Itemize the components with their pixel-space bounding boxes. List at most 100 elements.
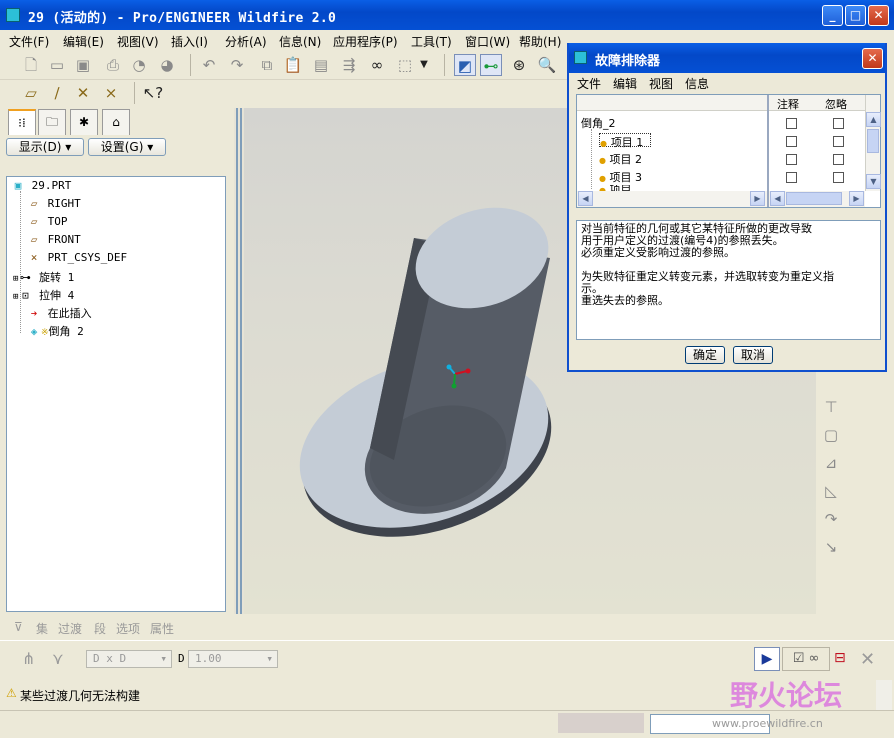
tree-item[interactable]: ▱ FRONT — [27, 233, 81, 251]
edge-chamfer-icon[interactable]: ↘ — [820, 538, 842, 560]
datum-csys-icon[interactable]: ⨯ — [100, 82, 122, 104]
redo-icon[interactable]: ↷ — [226, 54, 248, 76]
rib-icon[interactable]: ⊤ — [820, 398, 842, 420]
cancel-button[interactable]: 取消 — [733, 346, 773, 364]
tree-item[interactable]: ⊞ ⊶ 旋转 1 — [13, 269, 74, 287]
table-scrollbar-v[interactable]: ▲ ▼ — [865, 95, 881, 191]
issue-root[interactable]: 倒角_2 — [581, 115, 616, 131]
dialog-menu-file[interactable]: 文件 — [577, 75, 601, 92]
scroll-up-icon[interactable]: ▲ — [866, 112, 881, 127]
scroll-right-icon[interactable]: ▶ — [750, 191, 765, 206]
scroll-left-icon[interactable]: ◀ — [578, 191, 593, 206]
issue-item[interactable]: ● 项目 2 — [599, 151, 642, 167]
set-mode-icon[interactable]: ⋔ — [22, 649, 35, 668]
display-dropdown[interactable]: 显示(D) ▾ — [6, 138, 84, 156]
scroll-left-icon[interactable]: ◀ — [770, 191, 785, 206]
zoom-in-icon[interactable]: 🔍 — [536, 54, 558, 76]
paste-special-icon[interactable]: ▤ — [310, 54, 332, 76]
tree-item[interactable]: ▱ TOP — [27, 215, 68, 233]
datum-plane-icon[interactable]: ▱ — [20, 82, 42, 104]
tab-model-tree[interactable]: ⁝⁞ — [8, 109, 36, 135]
menu-insert[interactable]: 插入(I) — [171, 33, 208, 50]
datum-display-icon[interactable]: ⊷ — [480, 54, 502, 76]
select-box-icon[interactable]: ⬚ — [394, 54, 416, 76]
issue-item[interactable]: ● 项目 3 — [599, 169, 642, 185]
dimension-scheme-select[interactable]: D x D ▾ — [86, 650, 172, 668]
dialog-menu-info[interactable]: 信息 — [685, 75, 709, 92]
menu-tools[interactable]: 工具(T) — [411, 33, 452, 50]
scroll-right-icon[interactable]: ▶ — [849, 191, 864, 206]
ignore-checkbox[interactable] — [833, 154, 844, 165]
tab-connections[interactable]: ⌂ — [102, 109, 130, 135]
tab-properties[interactable]: 属性 — [150, 620, 174, 637]
menu-analysis[interactable]: 分析(A) — [225, 33, 267, 50]
chamfer-tool-icon[interactable]: ↷ — [820, 510, 842, 532]
context-help-icon[interactable]: ↖? — [142, 82, 164, 104]
tab-options[interactable]: 选项 — [116, 620, 140, 637]
tree-scrollbar-h[interactable]: ◀ ▶ — [577, 191, 767, 207]
tree-item[interactable]: ◈ ※倒角 2 — [27, 323, 84, 341]
menu-info[interactable]: 信息(N) — [279, 33, 321, 50]
undo-icon[interactable]: ↶ — [198, 54, 220, 76]
menu-file[interactable]: 文件(F) — [9, 33, 49, 50]
dialog-menu-view[interactable]: 视图 — [649, 75, 673, 92]
paste-icon[interactable]: 📋 — [282, 54, 304, 76]
play-icon[interactable]: ▶ — [754, 647, 780, 671]
shell-icon[interactable]: ▢ — [820, 426, 842, 448]
menu-edit[interactable]: 编辑(E) — [63, 33, 104, 50]
message-scrollbar[interactable] — [876, 680, 892, 710]
send-mail2-icon[interactable]: ◕ — [156, 54, 178, 76]
transition-mode-icon[interactable]: ⋎ — [52, 649, 64, 668]
notes-checkbox[interactable] — [786, 172, 797, 183]
print-icon[interactable]: ⎙ — [102, 54, 124, 76]
datum-point-icon[interactable]: ✕ — [72, 82, 94, 104]
ok-button[interactable]: 确定 — [685, 346, 725, 364]
tree-item[interactable]: ⨯ PRT_CSYS_DEF — [27, 251, 127, 269]
dialog-close-button[interactable]: ✕ — [862, 48, 883, 69]
tab-folder-browser[interactable]: 🗀 — [38, 109, 66, 135]
panel-splitter[interactable] — [234, 108, 244, 614]
issue-item-selected[interactable]: ● 项目 1 — [599, 133, 651, 149]
close-button[interactable]: ✕ — [868, 5, 889, 26]
tab-favorites[interactable]: ✱ — [70, 109, 98, 135]
tree-item[interactable]: ⊞ ⊡ 拉伸 4 — [13, 287, 74, 305]
pause-icon[interactable]: ⊟ — [834, 650, 846, 666]
d-value-input[interactable]: 1.00 ▾ — [188, 650, 278, 668]
scroll-down-icon[interactable]: ▼ — [866, 174, 881, 189]
tab-pieces[interactable]: 段 — [94, 620, 106, 637]
regenerate-icon[interactable]: ⇶ — [338, 54, 360, 76]
columns-scrollbar-h[interactable]: ◀ ▶ — [769, 191, 865, 207]
round-icon[interactable]: ◺ — [820, 482, 842, 504]
cancel-x-icon[interactable]: ✕ — [860, 649, 875, 670]
send-mail-icon[interactable]: ◔ — [128, 54, 150, 76]
notes-checkbox[interactable] — [786, 118, 797, 129]
spin-center-icon[interactable]: ⊛ — [508, 54, 530, 76]
preview-glasses-icon[interactable]: ☑ ∞ — [782, 647, 830, 671]
notes-checkbox[interactable] — [786, 136, 797, 147]
select-dropdown-icon[interactable]: ▼ — [418, 54, 430, 76]
minimize-button[interactable]: _ — [822, 5, 843, 26]
dialog-menu-edit[interactable]: 编辑 — [613, 75, 637, 92]
menu-applications[interactable]: 应用程序(P) — [333, 33, 398, 50]
ignore-checkbox[interactable] — [833, 172, 844, 183]
menu-window[interactable]: 窗口(W) — [465, 33, 510, 50]
tree-item[interactable]: ▱ RIGHT — [27, 197, 81, 215]
copy-icon[interactable]: ⧉ — [256, 54, 278, 76]
sketch-display-icon[interactable]: ◩ — [454, 54, 476, 76]
tree-item[interactable]: ▣ 29.PRT — [11, 179, 72, 197]
collapse-icon[interactable]: ⊽ — [14, 620, 23, 634]
find-icon[interactable]: ∞ — [366, 54, 388, 76]
datum-axis-icon[interactable]: ∕ — [46, 82, 68, 104]
ignore-checkbox[interactable] — [833, 136, 844, 147]
tab-sets[interactable]: 集 — [36, 620, 48, 637]
notes-checkbox[interactable] — [786, 154, 797, 165]
save-icon[interactable]: ▣ — [72, 54, 94, 76]
open-file-icon[interactable]: ▭ — [46, 54, 68, 76]
menu-view[interactable]: 视图(V) — [117, 33, 159, 50]
tab-transitions[interactable]: 过渡 — [58, 620, 82, 637]
new-file-icon[interactable]: 🗋 — [20, 54, 42, 76]
settings-dropdown[interactable]: 设置(G) ▾ — [88, 138, 166, 156]
tree-item[interactable]: ➔ 在此插入 — [27, 305, 92, 323]
menu-help[interactable]: 帮助(H) — [519, 33, 561, 50]
ignore-checkbox[interactable] — [833, 118, 844, 129]
